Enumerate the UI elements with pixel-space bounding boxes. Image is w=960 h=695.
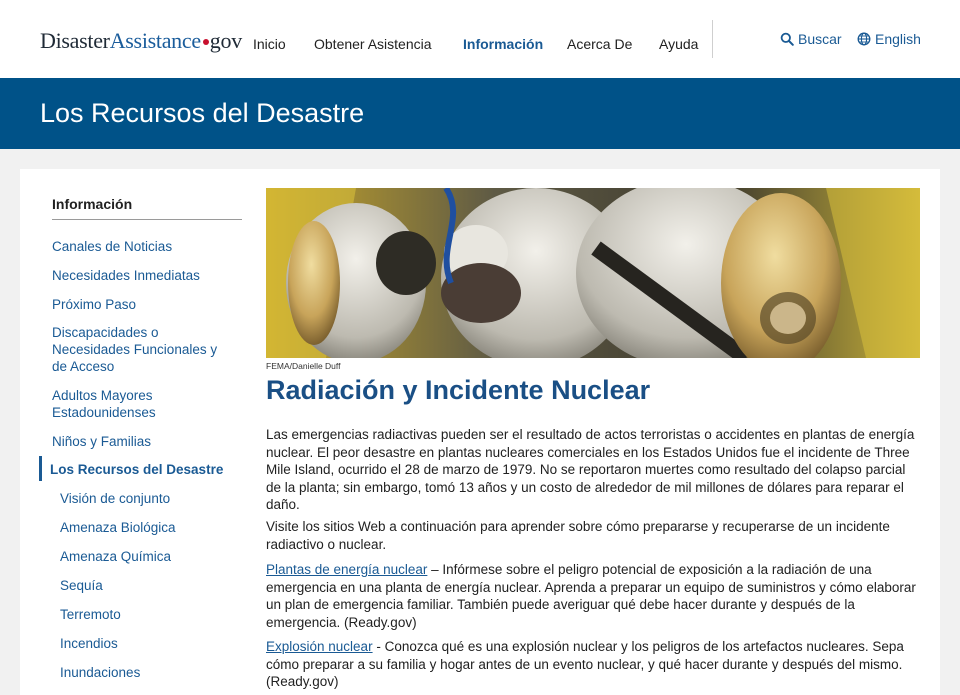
sidebar-subitem-quimica[interactable]: Amenaza Química: [60, 548, 240, 565]
sidebar-subitem-terremoto[interactable]: Terremoto: [60, 606, 240, 623]
sidebar-current-indicator: [39, 456, 42, 481]
logo-text-gov: gov: [209, 28, 242, 53]
article-title: Radiación y Incidente Nuclear: [266, 375, 651, 405]
sidebar-subitem-sequia[interactable]: Sequía: [60, 577, 240, 594]
sidebar-subitem-biologica[interactable]: Amenaza Biológica: [60, 519, 240, 536]
site-header: DisasterAssistance gov Inicio Obtener Asi…: [0, 0, 960, 78]
sidebar-subitem-inundaciones[interactable]: Inundaciones: [60, 664, 240, 681]
sidebar-item-proximo-paso[interactable]: Próximo Paso: [52, 296, 232, 313]
logo-text-disaster: Disaster: [40, 28, 110, 53]
nav-ayuda[interactable]: Ayuda: [659, 36, 698, 52]
search-button[interactable]: Buscar: [780, 31, 842, 47]
sidebar-divider: [52, 219, 242, 220]
page-banner: Los Recursos del Desastre: [0, 78, 960, 149]
sidebar-item-necesidades[interactable]: Necesidades Inmediatas: [52, 267, 232, 284]
sidebar-item-recursos[interactable]: Los Recursos del Desastre: [50, 461, 250, 478]
nav-inicio[interactable]: Inicio: [253, 36, 286, 52]
search-icon: [780, 32, 794, 46]
sidebar-subitem-incendios[interactable]: Incendios: [60, 635, 240, 652]
nav-divider: [712, 20, 713, 58]
language-toggle[interactable]: English: [857, 31, 921, 47]
site-logo[interactable]: DisasterAssistance gov: [40, 28, 242, 54]
article-intro: Las emergencias radiactivas pueden ser e…: [266, 427, 915, 512]
globe-icon: [857, 32, 871, 46]
logo-text-assistance: Assistance: [109, 28, 201, 53]
language-label: English: [875, 31, 921, 47]
article-visit: Visite los sitios Web a continuación par…: [266, 519, 890, 552]
nav-informacion[interactable]: Información: [463, 36, 543, 52]
search-label: Buscar: [798, 31, 842, 47]
link-plantas-energia-nuclear[interactable]: Plantas de energía nuclear: [266, 562, 427, 577]
nav-obtener-asistencia[interactable]: Obtener Asistencia: [314, 36, 432, 52]
logo-dot-icon: [202, 38, 209, 45]
nav-acerca-de[interactable]: Acerca De: [567, 36, 632, 52]
sidebar-item-canales[interactable]: Canales de Noticias: [52, 238, 232, 255]
image-credit: FEMA/Danielle Duff: [266, 361, 341, 371]
sidebar-item-discapacidades[interactable]: Discapacidades o Necesidades Funcionales…: [52, 324, 230, 375]
article-item-nuclear-plants: Plantas de energía nuclear – Infórmese s…: [266, 561, 922, 631]
main-content-card: Información Canales de Noticias Necesida…: [20, 169, 940, 695]
sidebar-item-ninos[interactable]: Niños y Familias: [52, 433, 232, 450]
link-explosion-nuclear[interactable]: Explosión nuclear: [266, 639, 373, 654]
sidebar-heading: Información: [52, 196, 133, 212]
sidebar-subitem-vision[interactable]: Visión de conjunto: [60, 490, 240, 507]
page-title: Los Recursos del Desastre: [40, 98, 365, 128]
hero-image: [266, 188, 920, 358]
sidebar-item-adultos-mayores[interactable]: Adultos Mayores Estadounidenses: [52, 387, 192, 421]
article-item-nuclear-explosion: Explosión nuclear - Conozca qué es una e…: [266, 638, 922, 691]
